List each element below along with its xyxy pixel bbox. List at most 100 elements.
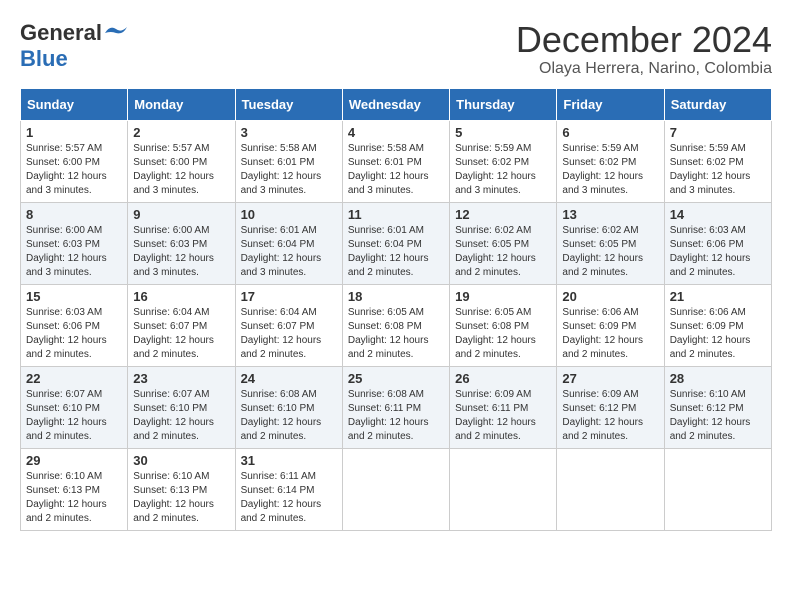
weekday-header-saturday: Saturday [664,88,771,120]
calendar-cell: 24 Sunrise: 6:08 AM Sunset: 6:10 PM Dayl… [235,366,342,448]
calendar-week-2: 8 Sunrise: 6:00 AM Sunset: 6:03 PM Dayli… [21,202,772,284]
weekday-header-wednesday: Wednesday [342,88,449,120]
logo: General Blue [20,20,127,72]
day-info: Sunrise: 6:00 AM Sunset: 6:03 PM Dayligh… [133,224,229,280]
day-info: Sunrise: 6:09 AM Sunset: 6:12 PM Dayligh… [562,388,658,444]
logo-bird-icon [105,25,127,41]
day-number: 12 [455,207,551,222]
day-info: Sunrise: 6:07 AM Sunset: 6:10 PM Dayligh… [26,388,122,444]
calendar-cell: 31 Sunrise: 6:11 AM Sunset: 6:14 PM Dayl… [235,448,342,530]
day-number: 31 [241,453,337,468]
day-number: 21 [670,289,766,304]
day-info: Sunrise: 6:09 AM Sunset: 6:11 PM Dayligh… [455,388,551,444]
day-number: 7 [670,125,766,140]
day-info: Sunrise: 6:08 AM Sunset: 6:10 PM Dayligh… [241,388,337,444]
day-number: 27 [562,371,658,386]
calendar-cell: 14 Sunrise: 6:03 AM Sunset: 6:06 PM Dayl… [664,202,771,284]
day-number: 11 [348,207,444,222]
day-number: 16 [133,289,229,304]
calendar-table: SundayMondayTuesdayWednesdayThursdayFrid… [20,88,772,531]
calendar-cell: 8 Sunrise: 6:00 AM Sunset: 6:03 PM Dayli… [21,202,128,284]
calendar-cell: 2 Sunrise: 5:57 AM Sunset: 6:00 PM Dayli… [128,120,235,202]
weekday-header-row: SundayMondayTuesdayWednesdayThursdayFrid… [21,88,772,120]
title-section: December 2024 Olaya Herrera, Narino, Col… [516,20,772,78]
day-number: 1 [26,125,122,140]
day-number: 30 [133,453,229,468]
day-info: Sunrise: 6:05 AM Sunset: 6:08 PM Dayligh… [348,306,444,362]
calendar-cell: 12 Sunrise: 6:02 AM Sunset: 6:05 PM Dayl… [450,202,557,284]
weekday-header-tuesday: Tuesday [235,88,342,120]
day-info: Sunrise: 6:07 AM Sunset: 6:10 PM Dayligh… [133,388,229,444]
calendar-cell [557,448,664,530]
logo-general: General [20,20,102,46]
calendar-cell: 21 Sunrise: 6:06 AM Sunset: 6:09 PM Dayl… [664,284,771,366]
calendar-cell: 17 Sunrise: 6:04 AM Sunset: 6:07 PM Dayl… [235,284,342,366]
day-number: 4 [348,125,444,140]
day-info: Sunrise: 5:59 AM Sunset: 6:02 PM Dayligh… [455,142,551,198]
day-number: 5 [455,125,551,140]
calendar-cell: 20 Sunrise: 6:06 AM Sunset: 6:09 PM Dayl… [557,284,664,366]
day-number: 23 [133,371,229,386]
calendar-cell: 22 Sunrise: 6:07 AM Sunset: 6:10 PM Dayl… [21,366,128,448]
day-number: 14 [670,207,766,222]
day-info: Sunrise: 6:10 AM Sunset: 6:13 PM Dayligh… [26,470,122,526]
day-info: Sunrise: 5:59 AM Sunset: 6:02 PM Dayligh… [670,142,766,198]
calendar-week-1: 1 Sunrise: 5:57 AM Sunset: 6:00 PM Dayli… [21,120,772,202]
calendar-cell: 23 Sunrise: 6:07 AM Sunset: 6:10 PM Dayl… [128,366,235,448]
calendar-cell [664,448,771,530]
day-number: 20 [562,289,658,304]
weekday-header-friday: Friday [557,88,664,120]
calendar-cell: 25 Sunrise: 6:08 AM Sunset: 6:11 PM Dayl… [342,366,449,448]
day-info: Sunrise: 5:57 AM Sunset: 6:00 PM Dayligh… [133,142,229,198]
day-info: Sunrise: 6:06 AM Sunset: 6:09 PM Dayligh… [562,306,658,362]
day-info: Sunrise: 6:11 AM Sunset: 6:14 PM Dayligh… [241,470,337,526]
calendar-cell: 15 Sunrise: 6:03 AM Sunset: 6:06 PM Dayl… [21,284,128,366]
day-number: 15 [26,289,122,304]
day-number: 3 [241,125,337,140]
day-number: 22 [26,371,122,386]
day-info: Sunrise: 6:10 AM Sunset: 6:13 PM Dayligh… [133,470,229,526]
calendar-cell: 18 Sunrise: 6:05 AM Sunset: 6:08 PM Dayl… [342,284,449,366]
day-number: 29 [26,453,122,468]
calendar-week-5: 29 Sunrise: 6:10 AM Sunset: 6:13 PM Dayl… [21,448,772,530]
calendar-cell: 16 Sunrise: 6:04 AM Sunset: 6:07 PM Dayl… [128,284,235,366]
calendar-cell: 11 Sunrise: 6:01 AM Sunset: 6:04 PM Dayl… [342,202,449,284]
calendar-week-3: 15 Sunrise: 6:03 AM Sunset: 6:06 PM Dayl… [21,284,772,366]
day-number: 6 [562,125,658,140]
weekday-header-thursday: Thursday [450,88,557,120]
day-info: Sunrise: 6:03 AM Sunset: 6:06 PM Dayligh… [26,306,122,362]
calendar-cell: 29 Sunrise: 6:10 AM Sunset: 6:13 PM Dayl… [21,448,128,530]
day-number: 17 [241,289,337,304]
calendar-cell: 3 Sunrise: 5:58 AM Sunset: 6:01 PM Dayli… [235,120,342,202]
day-number: 8 [26,207,122,222]
day-number: 24 [241,371,337,386]
calendar-cell: 4 Sunrise: 5:58 AM Sunset: 6:01 PM Dayli… [342,120,449,202]
calendar-cell: 19 Sunrise: 6:05 AM Sunset: 6:08 PM Dayl… [450,284,557,366]
day-info: Sunrise: 5:59 AM Sunset: 6:02 PM Dayligh… [562,142,658,198]
month-title: December 2024 [516,20,772,60]
calendar-cell: 28 Sunrise: 6:10 AM Sunset: 6:12 PM Dayl… [664,366,771,448]
day-info: Sunrise: 5:58 AM Sunset: 6:01 PM Dayligh… [348,142,444,198]
day-number: 18 [348,289,444,304]
calendar-cell [450,448,557,530]
calendar-cell: 9 Sunrise: 6:00 AM Sunset: 6:03 PM Dayli… [128,202,235,284]
day-info: Sunrise: 6:01 AM Sunset: 6:04 PM Dayligh… [241,224,337,280]
day-info: Sunrise: 6:04 AM Sunset: 6:07 PM Dayligh… [241,306,337,362]
calendar-cell: 6 Sunrise: 5:59 AM Sunset: 6:02 PM Dayli… [557,120,664,202]
day-number: 26 [455,371,551,386]
day-info: Sunrise: 6:06 AM Sunset: 6:09 PM Dayligh… [670,306,766,362]
calendar-cell: 26 Sunrise: 6:09 AM Sunset: 6:11 PM Dayl… [450,366,557,448]
day-info: Sunrise: 5:57 AM Sunset: 6:00 PM Dayligh… [26,142,122,198]
day-info: Sunrise: 6:01 AM Sunset: 6:04 PM Dayligh… [348,224,444,280]
calendar-cell: 5 Sunrise: 5:59 AM Sunset: 6:02 PM Dayli… [450,120,557,202]
logo-blue: Blue [20,46,68,71]
day-info: Sunrise: 6:10 AM Sunset: 6:12 PM Dayligh… [670,388,766,444]
day-info: Sunrise: 6:08 AM Sunset: 6:11 PM Dayligh… [348,388,444,444]
day-info: Sunrise: 6:02 AM Sunset: 6:05 PM Dayligh… [562,224,658,280]
calendar-cell [342,448,449,530]
calendar-cell: 10 Sunrise: 6:01 AM Sunset: 6:04 PM Dayl… [235,202,342,284]
day-info: Sunrise: 6:00 AM Sunset: 6:03 PM Dayligh… [26,224,122,280]
day-info: Sunrise: 6:04 AM Sunset: 6:07 PM Dayligh… [133,306,229,362]
day-number: 10 [241,207,337,222]
location-title: Olaya Herrera, Narino, Colombia [516,60,772,78]
